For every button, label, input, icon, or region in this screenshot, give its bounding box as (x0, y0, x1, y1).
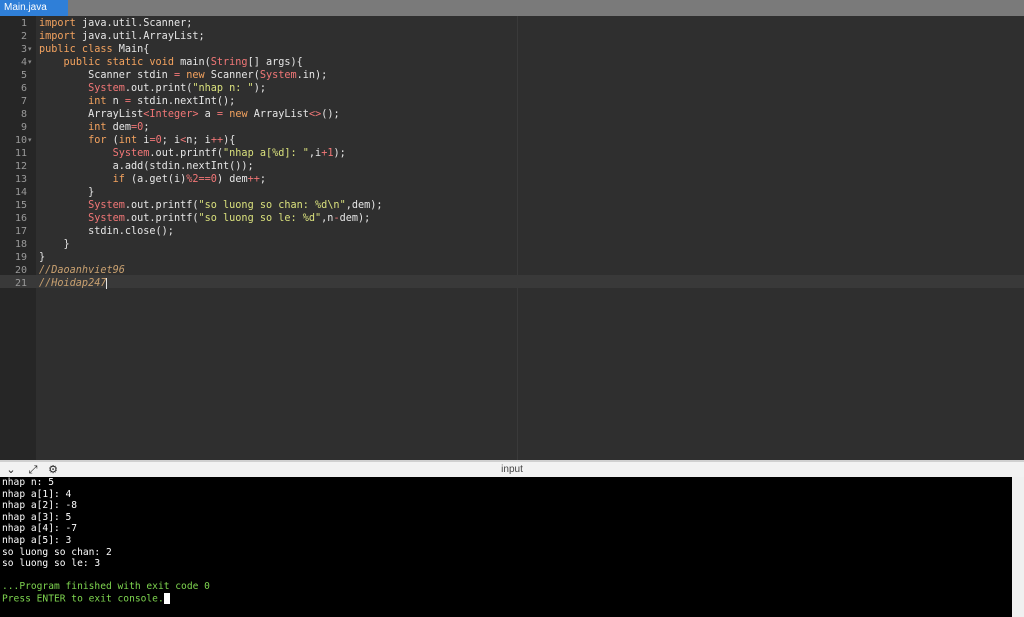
tab-main-java[interactable]: Main.java (0, 0, 68, 16)
code-line: 11 System.out.printf("nhap a[%d]: ",i+1)… (14, 148, 346, 159)
code-line: 13 if (a.get(i)%2==0) dem++; (14, 174, 267, 185)
code-line: 1 import java.util.Scanner; (20, 18, 193, 29)
code-line: 14 } (14, 187, 95, 198)
code-line: 18 } (14, 239, 70, 250)
console-line: nhap a[1]: 4 (2, 488, 72, 500)
fold-toggle-icon[interactable]: ▾ (28, 43, 32, 56)
console-cursor (163, 593, 170, 604)
code-line: 4 ▾ public static void main(String[] arg… (20, 56, 303, 69)
code-line: 17 stdin.close(); (14, 226, 174, 237)
console-exit-message: ...Program finished with exit code 0 (2, 581, 210, 593)
console-prompt-line: Press ENTER to exit console. (2, 593, 170, 605)
code-line: 19 } (14, 252, 46, 263)
console-line: nhap a[5]: 3 (2, 535, 72, 546)
code-line: 5 Scanner stdin = new Scanner(System.in)… (20, 70, 328, 81)
text-caret (106, 277, 108, 289)
code-line: 7 int n = stdin.nextInt(); (20, 96, 236, 107)
code-line: 8 ArrayList<Integer> a = new ArrayList<>… (20, 109, 340, 120)
console-header: ⌄ ⤢ ⚙ input (0, 460, 1024, 477)
console-output[interactable]: nhap n: 5 nhap a[1]: 4 nhap a[2]: -8 nha… (0, 477, 1012, 617)
code-line: 20 //Daoanhviet96 (14, 265, 125, 276)
code-line: 9 int dem=0; (20, 122, 150, 133)
console-line: so luong so le: 3 (2, 558, 101, 570)
code-editor[interactable]: 1 import java.util.Scanner; 2 import jav… (0, 16, 1024, 460)
console-line: nhap n: 5 (2, 477, 54, 488)
code-line: 10 ▾ for (int i=0; i<n; i++){ (14, 134, 236, 147)
code-line: 3 ▾ public class Main{ (20, 43, 150, 56)
console-prompt: Press ENTER to exit console. (2, 593, 164, 605)
fold-toggle-icon[interactable]: ▾ (28, 134, 32, 147)
console-line: nhap a[3]: 5 (2, 511, 72, 523)
code-line: 12 a.add(stdin.nextInt()); (14, 161, 254, 172)
console-scrollbar[interactable] (1012, 477, 1024, 617)
fold-toggle-icon[interactable]: ▾ (28, 56, 32, 69)
code-line: 6 System.out.print("nhap n: "); (20, 83, 266, 94)
console-title: input (501, 464, 523, 475)
console-line: nhap a[2]: -8 (2, 500, 78, 512)
console-line: so luong so chan: 2 (2, 546, 112, 558)
console-line: nhap a[4]: -7 (2, 523, 78, 535)
code-line: 21 //Hoidap247 (14, 277, 108, 289)
code-line: 2 import java.util.ArrayList; (20, 31, 205, 42)
code-line: 15 System.out.printf("so luong so chan: … (14, 200, 383, 211)
tab-bar: Main.java (0, 0, 1024, 16)
code-line: 16 System.out.printf("so luong so le: %d… (14, 213, 371, 224)
